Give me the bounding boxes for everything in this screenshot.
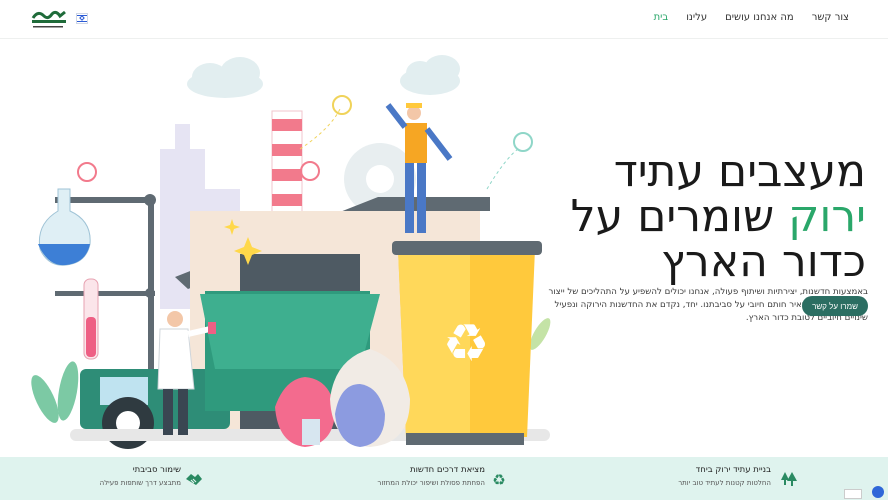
feature-title: בניית עתיד ירוק ביחד: [695, 465, 771, 475]
hero-title-line2: שומרים על: [570, 191, 789, 242]
recycling-illustration: ♻: [31, 55, 551, 449]
hero-section: ♻ מעצבים עתיד ירוק שומרים על כדור הארץ ב…: [0, 39, 888, 457]
feature-subtitle: הפחתת פסולת ושיפור יכולת המחזור: [377, 479, 485, 487]
accessibility-icon[interactable]: [872, 486, 884, 498]
feature-item: מציאת דרכים חדשות הפחתת פסולת ושיפור יכו…: [377, 465, 485, 487]
feature-subtitle: החלטות קטנות לעתיד טוב יותר: [678, 479, 771, 487]
hero-title-green-word: ירוק: [788, 191, 866, 242]
recaptcha-badge[interactable]: [844, 489, 862, 499]
main-nav: בית עלינו מה אנחנו עושים צור קשר: [645, 12, 858, 23]
feature-subtitle: מתבצע דרך שותפות פעילה: [99, 479, 181, 487]
svg-text:♻: ♻: [492, 471, 505, 487]
hero-title-line3: כדור הארץ: [661, 236, 866, 287]
hero-title-line1: מעצבים עתיד: [613, 146, 866, 197]
svg-text:♻: ♻: [443, 314, 490, 374]
nav-item-contact[interactable]: צור קשר: [803, 12, 858, 23]
keep-in-touch-button[interactable]: שמרו על קשר: [802, 296, 868, 316]
recycle-icon: ♻: [492, 471, 505, 487]
top-navigation-bar: בית עלינו מה אנחנו עושים צור קשר: [0, 0, 888, 39]
feature-title: מציאת דרכים חדשות: [410, 465, 485, 475]
trees-icon: [781, 472, 797, 486]
feature-item: בניית עתיד ירוק ביחד החלטות קטנות לעתיד …: [678, 465, 771, 487]
feature-title: שימור סביבתי: [132, 465, 181, 475]
nav-item-what-we-do[interactable]: מה אנחנו עושים: [716, 12, 803, 23]
handshake-icon: [186, 474, 202, 485]
features-bar: בניית עתיד ירוק ביחד החלטות קטנות לעתיד …: [0, 457, 888, 500]
feature-item: שימור סביבתי מתבצע דרך שותפות פעילה: [100, 465, 181, 487]
hero-title: מעצבים עתיד ירוק שומרים על כדור הארץ: [526, 149, 866, 284]
language-flag-icon[interactable]: [76, 13, 88, 24]
nav-item-about[interactable]: עלינו: [677, 12, 716, 23]
nav-item-home[interactable]: בית: [645, 12, 678, 23]
company-logo[interactable]: [30, 8, 68, 30]
